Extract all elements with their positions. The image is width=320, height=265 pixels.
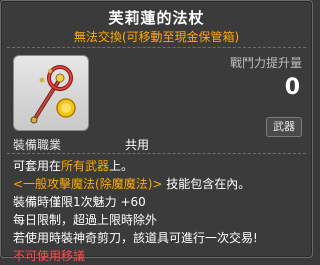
description-line: <一般攻擊魔法(除魔魔法)> 技能包含在內。 <box>13 175 304 193</box>
divider <box>7 47 306 48</box>
charm-bonus-line: 裝備時僅限1次魅力 +60 <box>13 195 146 209</box>
job-value: 共用 <box>125 138 150 152</box>
power-increase-value: 0 <box>284 75 300 100</box>
description-highlight: 所有武器 <box>61 159 110 173</box>
item-tooltip: 芙莉蓮的法杖 無法交換(可移動至現金保管箱) 戰鬥力提升量 0 武器 裝備職業 … <box>0 0 313 263</box>
divider <box>7 153 306 154</box>
category-badge: 武器 <box>266 117 302 137</box>
description-line: 可套用在所有武器上。 <box>13 157 304 175</box>
description-text: 技能包含在內。 <box>162 177 251 191</box>
item-name: 芙莉蓮的法杖 <box>108 9 205 27</box>
staff-icon <box>30 65 76 124</box>
daily-limit-line: 每日限制，超過上限時除外 <box>13 213 158 227</box>
description-text: 上。 <box>109 159 134 173</box>
scissors-note-line: 若使用時裝神奇剪刀，該道具可進行一次交易! <box>13 231 258 245</box>
power-increase-label: 戰鬥力提升量 <box>229 56 302 70</box>
job-label: 裝備職業 <box>13 138 62 152</box>
item-description: 可套用在所有武器上。 <一般攻擊魔法(除魔魔法)> 技能包含在內。 裝備時僅限1… <box>13 157 304 265</box>
description-text: 可套用在 <box>13 159 62 173</box>
trade-note: 無法交換(可移動至現金保管箱) <box>73 30 240 44</box>
item-icon-frame <box>13 55 89 131</box>
skill-highlight: <一般攻擊魔法(除魔魔法)> <box>13 177 163 191</box>
restriction-line: 不可使用移議 <box>13 249 86 263</box>
